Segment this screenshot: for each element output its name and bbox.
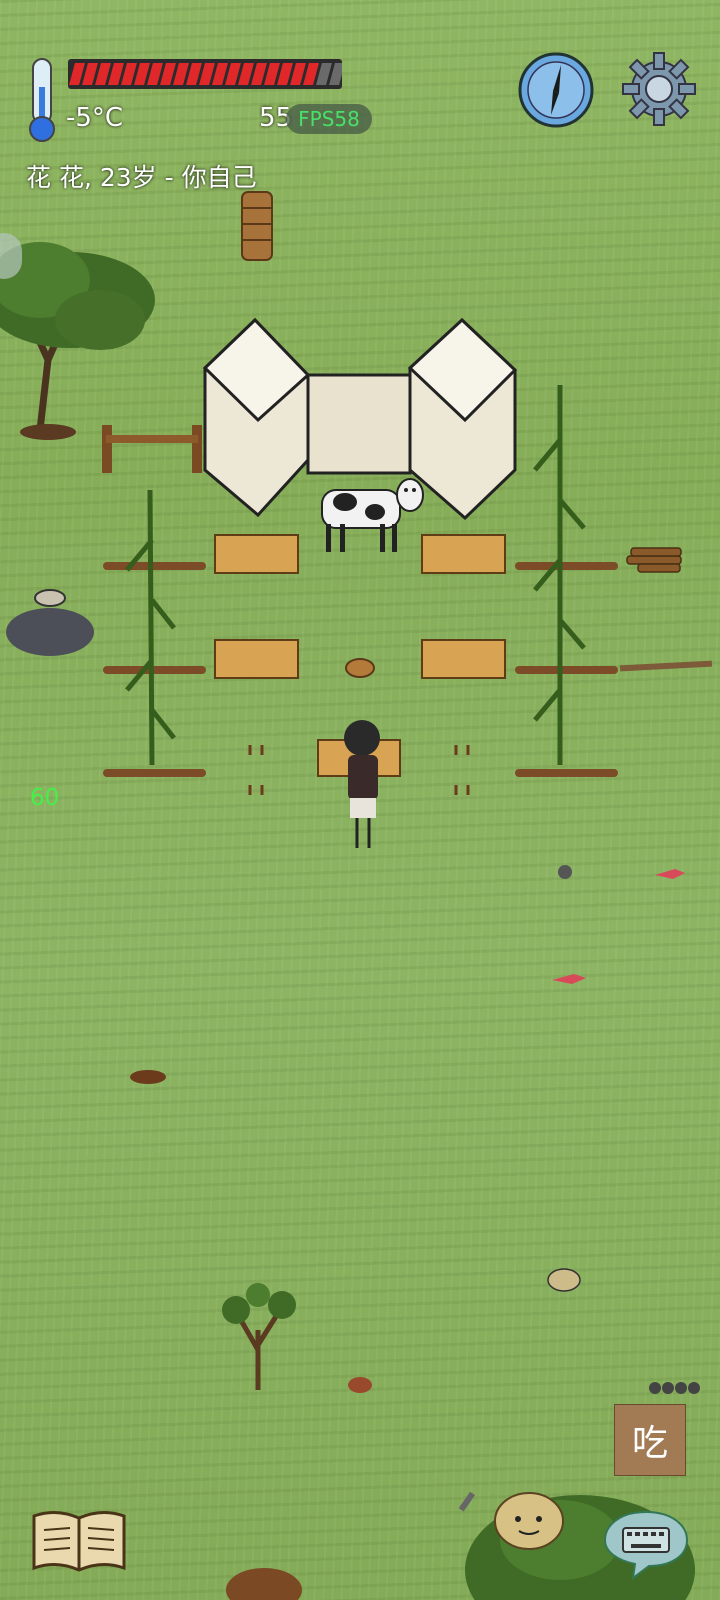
fps-badge: FPS58 (286, 104, 372, 134)
keyboard-icon[interactable] (603, 1508, 689, 1580)
rock-pile-well[interactable] (6, 589, 94, 656)
long-branch[interactable] (619, 660, 713, 672)
compass-icon[interactable] (517, 51, 595, 129)
game-world[interactable] (0, 0, 720, 1600)
stacked-baskets[interactable] (241, 191, 273, 261)
wooden-fence[interactable] (102, 425, 202, 473)
tree[interactable] (0, 242, 155, 440)
fps-label: FPS58 (298, 107, 360, 131)
emote-potato-icon[interactable] (491, 1487, 567, 1553)
player-character[interactable] (344, 720, 380, 848)
thermometer-icon (29, 58, 55, 142)
firewood-pile[interactable] (626, 547, 682, 573)
young-tree[interactable] (222, 1283, 296, 1390)
temperature-readout: -5°C (66, 103, 124, 133)
book-icon[interactable] (30, 1508, 128, 1574)
eat-button[interactable]: 吃 (614, 1404, 686, 1476)
player-name-label: 花 花, 23岁 - 你自己 (26, 163, 257, 192)
side-counter: 60 (30, 785, 60, 811)
stone-wall[interactable] (202, 317, 518, 521)
basket[interactable] (345, 658, 375, 678)
cow[interactable] (321, 478, 424, 552)
gear-icon[interactable] (619, 49, 699, 129)
health-bar (68, 59, 342, 89)
kindling-pile[interactable] (226, 1568, 302, 1600)
